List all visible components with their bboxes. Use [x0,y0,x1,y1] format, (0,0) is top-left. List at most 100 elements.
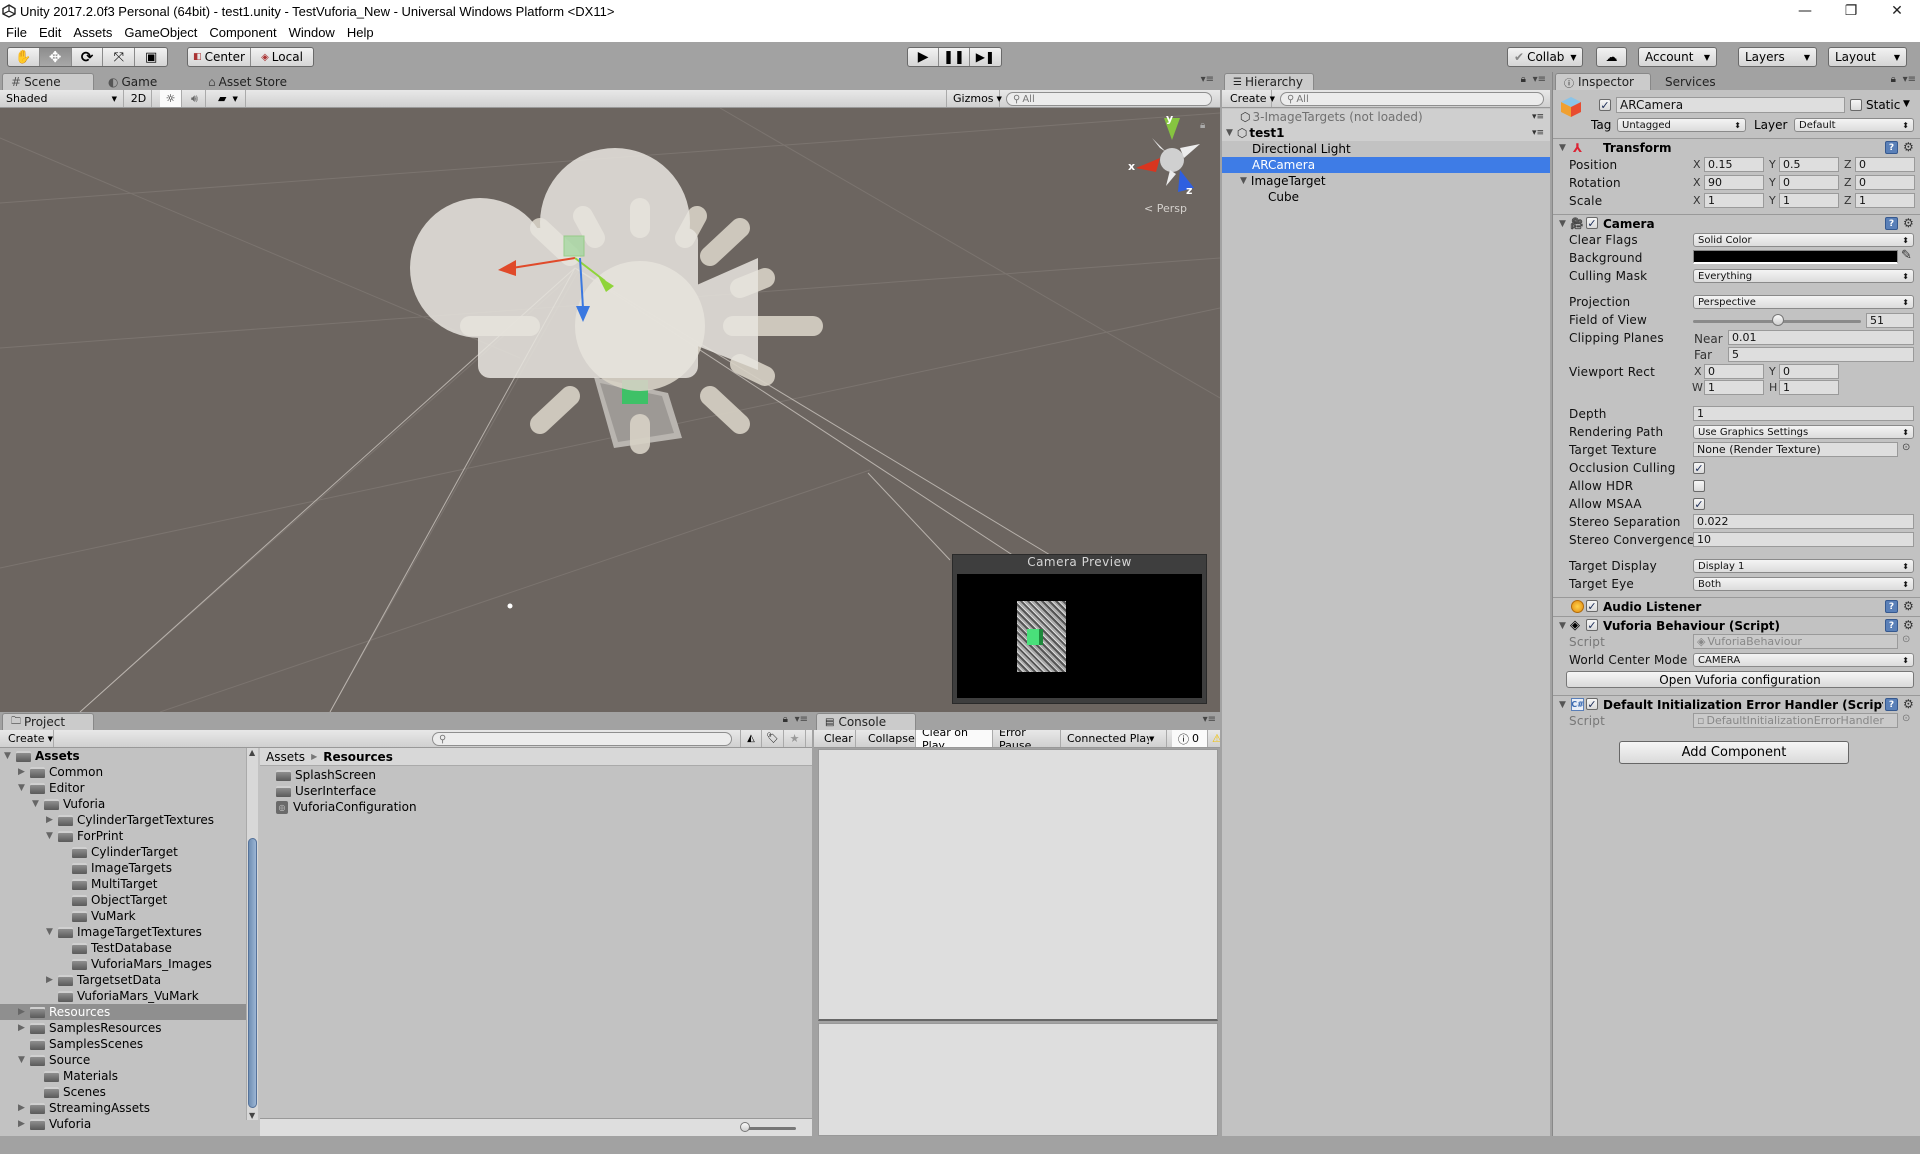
open-vuforia-configuration-button[interactable]: Open Vuforia configuration [1566,671,1914,688]
gizmo-lock-icon[interactable]: 🔒︎ [1200,120,1205,131]
project-folder[interactable]: VuMark [0,908,246,924]
culling-mask-dropdown[interactable]: Everything ⬍ [1693,269,1914,283]
step-button[interactable]: ▶❚ [970,48,1001,66]
breadcrumb-resources[interactable]: Resources [323,750,393,764]
minimize-button[interactable]: — [1782,0,1828,22]
scale-z-input[interactable]: 1 [1855,193,1915,208]
expand-arrow-icon[interactable]: ▼ [1226,128,1233,138]
tab-project[interactable]: 🗀 Project [2,713,94,730]
gear-icon[interactable]: ⚙ [1903,140,1914,154]
rect-tool[interactable]: ▣ [135,48,167,66]
project-folder[interactable]: ▼ Assets [0,748,246,764]
fov-slider-thumb[interactable] [1772,314,1785,326]
tab-console[interactable]: ▤ Console [816,713,916,730]
project-folder[interactable]: ▶ TargetsetData [0,972,246,988]
script-field[interactable]: ▫ DefaultInitializationErrorHandler [1693,713,1898,728]
scene-menu-icon[interactable]: ▾≡ [1532,112,1544,122]
tab-inspector[interactable]: ⓘ Inspector [1555,73,1651,90]
position-z-input[interactable]: 0 [1855,157,1915,172]
viewport-y-input[interactable]: 0 [1779,364,1839,379]
eyedropper-icon[interactable]: ✎ [1901,248,1912,263]
help-icon[interactable]: ? [1885,619,1898,632]
expand-arrow-icon[interactable]: ▼ [1559,143,1566,153]
object-picker-icon[interactable]: ⊙ [1902,634,1910,645]
clear-button[interactable]: Clear [818,730,856,747]
near-input[interactable]: 0.01 [1728,330,1914,345]
move-tool[interactable]: ✥ [39,48,72,66]
tab-asset-store[interactable]: ⌂ Asset Store [200,73,310,90]
expand-arrow-icon[interactable]: ▶ [18,1023,25,1033]
tab-services[interactable]: Services [1657,73,1727,90]
menu-edit[interactable]: Edit [39,25,61,40]
error-pause-toggle[interactable]: Error Pause [993,730,1061,747]
hierarchy-item-selected[interactable]: ARCamera [1222,157,1550,173]
menu-component[interactable]: Component [209,25,276,40]
help-icon[interactable]: ? [1885,600,1898,613]
lock-icon[interactable]: 🔒︎ [783,714,788,725]
layer-dropdown[interactable]: Default ⬍ [1794,118,1914,132]
connected-player-dropdown[interactable]: Connected Player▼ [1061,730,1167,747]
depth-input[interactable]: 1 [1693,406,1914,421]
project-search-input[interactable]: ⚲ [432,732,732,746]
position-x-input[interactable]: 0.15 [1704,157,1764,172]
expand-arrow-icon[interactable]: ▶ [18,1103,25,1113]
hierarchy-scene-test1[interactable]: ▼ ⬡ test1 ▾≡ [1222,125,1550,141]
panel-menu-icon[interactable]: ▾≡ [1203,714,1216,725]
menu-help[interactable]: Help [347,25,374,40]
hierarchy-item[interactable]: ▼ ImageTarget [1222,173,1550,189]
menu-gameobject[interactable]: GameObject [124,25,197,40]
collapse-arrow-icon[interactable]: ▼ [46,927,53,937]
shading-mode-dropdown[interactable]: Shaded ▼ [0,90,124,107]
collapse-button[interactable]: Collapse [862,730,916,747]
project-folder[interactable]: ▼ Source [0,1052,246,1068]
project-folder[interactable]: MultiTarget [0,876,246,892]
collapse-arrow-icon[interactable]: ▼ [18,1055,25,1065]
static-checkbox[interactable] [1850,99,1862,111]
hierarchy-item[interactable]: Directional Light [1222,141,1550,157]
object-picker-icon[interactable]: ⊙ [1902,713,1910,724]
project-folder[interactable]: ▶ CylinderTargetTextures [0,812,246,828]
fov-input[interactable]: 51 [1866,313,1914,328]
panel-menu-icon[interactable]: ▾≡ [795,714,808,725]
viewport-h-input[interactable]: 1 [1779,380,1839,395]
projection-toggle[interactable]: < Persp [1144,202,1187,215]
account-dropdown[interactable]: Account ▼ [1638,47,1717,67]
scale-y-input[interactable]: 1 [1779,193,1839,208]
help-icon[interactable]: ? [1885,698,1898,711]
menu-assets[interactable]: Assets [73,25,112,40]
clear-flags-dropdown[interactable]: Solid Color ⬍ [1693,233,1914,247]
viewport-x-input[interactable]: 0 [1704,364,1764,379]
tree-scrollbar[interactable]: ▲ ▼ [246,748,258,1120]
project-folder[interactable]: TestDatabase [0,940,246,956]
asset-item[interactable]: SplashScreen [276,767,376,783]
project-folder[interactable]: ▶ Common [0,764,246,780]
project-folder[interactable]: ▼ ImageTargetTextures [0,924,246,940]
warning-count-toggle[interactable]: ⚠ [1210,730,1220,747]
gear-icon[interactable]: ⚙ [1903,697,1914,711]
console-log-list[interactable] [818,749,1218,1021]
projection-dropdown[interactable]: Perspective ⬍ [1693,295,1914,309]
project-folder[interactable]: ObjectTarget [0,892,246,908]
hierarchy-scene-unloaded[interactable]: ⬡ 3-ImageTargets (not loaded) ▾≡ [1222,109,1550,125]
effects-dropdown[interactable]: ▰ ▼ [212,90,246,107]
expand-arrow-icon[interactable]: ▶ [18,1119,25,1129]
hand-tool[interactable]: ✋ [8,48,40,66]
project-folder[interactable]: Scenes [0,1084,246,1100]
rotation-z-input[interactable]: 0 [1855,175,1915,190]
menu-window[interactable]: Window [289,25,335,40]
expand-arrow-icon[interactable]: ▼ [1240,176,1247,186]
menu-file[interactable]: File [6,25,27,40]
viewport-w-input[interactable]: 1 [1704,380,1764,395]
project-folder-selected[interactable]: ▶ Resources [0,1004,246,1020]
close-button[interactable]: ✕ [1874,0,1920,22]
rotate-tool[interactable]: ⟳ [72,48,104,66]
world-center-mode-dropdown[interactable]: CAMERA ⬍ [1693,653,1914,667]
expand-arrow-icon[interactable]: ▼ [1559,219,1566,229]
gear-icon[interactable]: ⚙ [1903,216,1914,230]
scroll-up-icon[interactable]: ▲ [249,748,255,757]
active-checkbox[interactable]: ✓ [1599,99,1611,111]
audio-listener-enabled-checkbox[interactable]: ✓ [1586,600,1598,612]
scale-x-input[interactable]: 1 [1704,193,1764,208]
rotation-x-input[interactable]: 90 [1704,175,1764,190]
rotation-y-input[interactable]: 0 [1779,175,1839,190]
